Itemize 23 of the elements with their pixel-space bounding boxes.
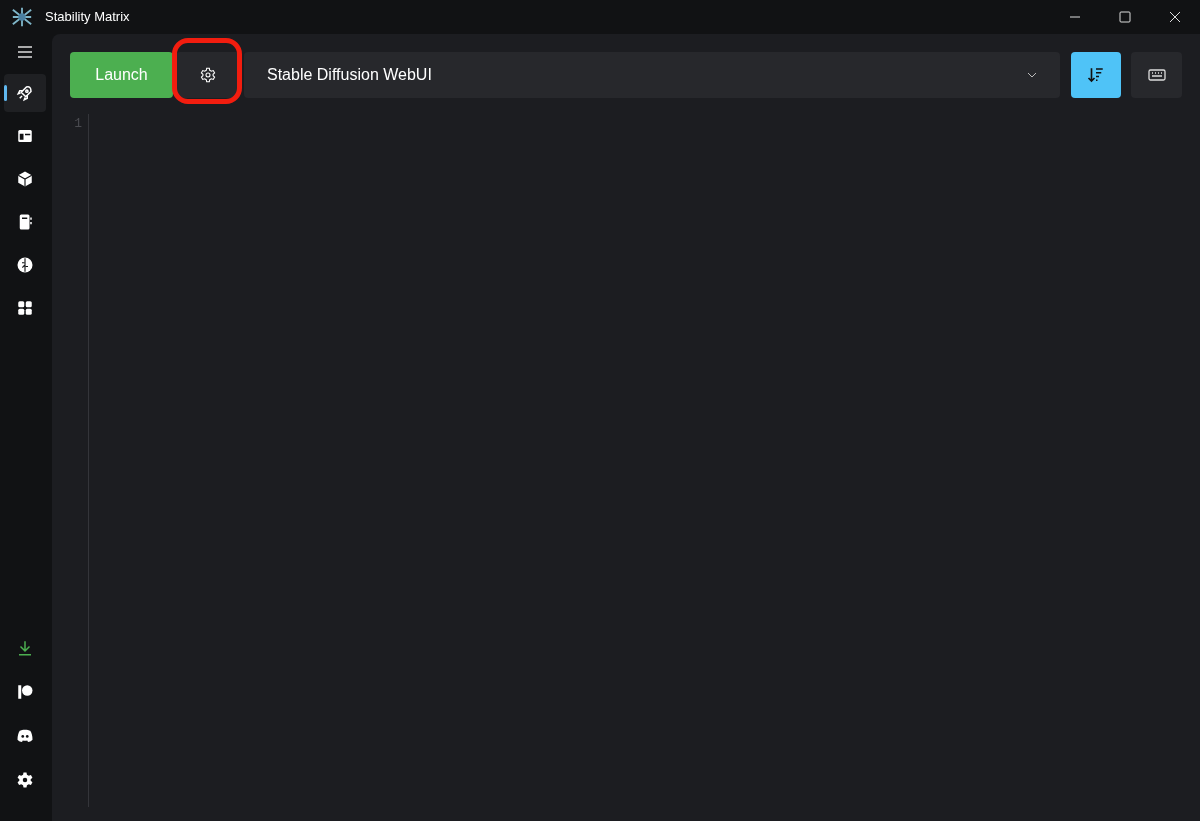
window-title: Stability Matrix (45, 8, 130, 27)
launch-options-button[interactable] (176, 52, 240, 98)
sort-button[interactable] (1071, 52, 1121, 98)
selection-indicator (4, 85, 7, 101)
settings-icon (16, 771, 34, 789)
nav-item[interactable] (4, 74, 46, 112)
discord-icon (16, 727, 34, 745)
sort-icon (1087, 66, 1105, 84)
box-icon (16, 170, 34, 188)
patreon-icon (16, 683, 34, 701)
keyboard-icon (1147, 68, 1166, 82)
maximize-icon (1119, 11, 1131, 23)
menu-icon (18, 46, 32, 58)
download-icon (16, 639, 34, 657)
chevron-down-icon (1027, 72, 1037, 78)
window-icon (16, 127, 34, 145)
keyboard-button[interactable] (1131, 52, 1182, 98)
settings-icon (200, 67, 216, 83)
rocket-icon (16, 84, 34, 102)
grid-icon (16, 299, 34, 317)
app-logo-icon (11, 6, 33, 28)
package-dropdown[interactable]: Stable Diffusion WebUI (244, 52, 1060, 98)
close-icon (1169, 11, 1181, 23)
